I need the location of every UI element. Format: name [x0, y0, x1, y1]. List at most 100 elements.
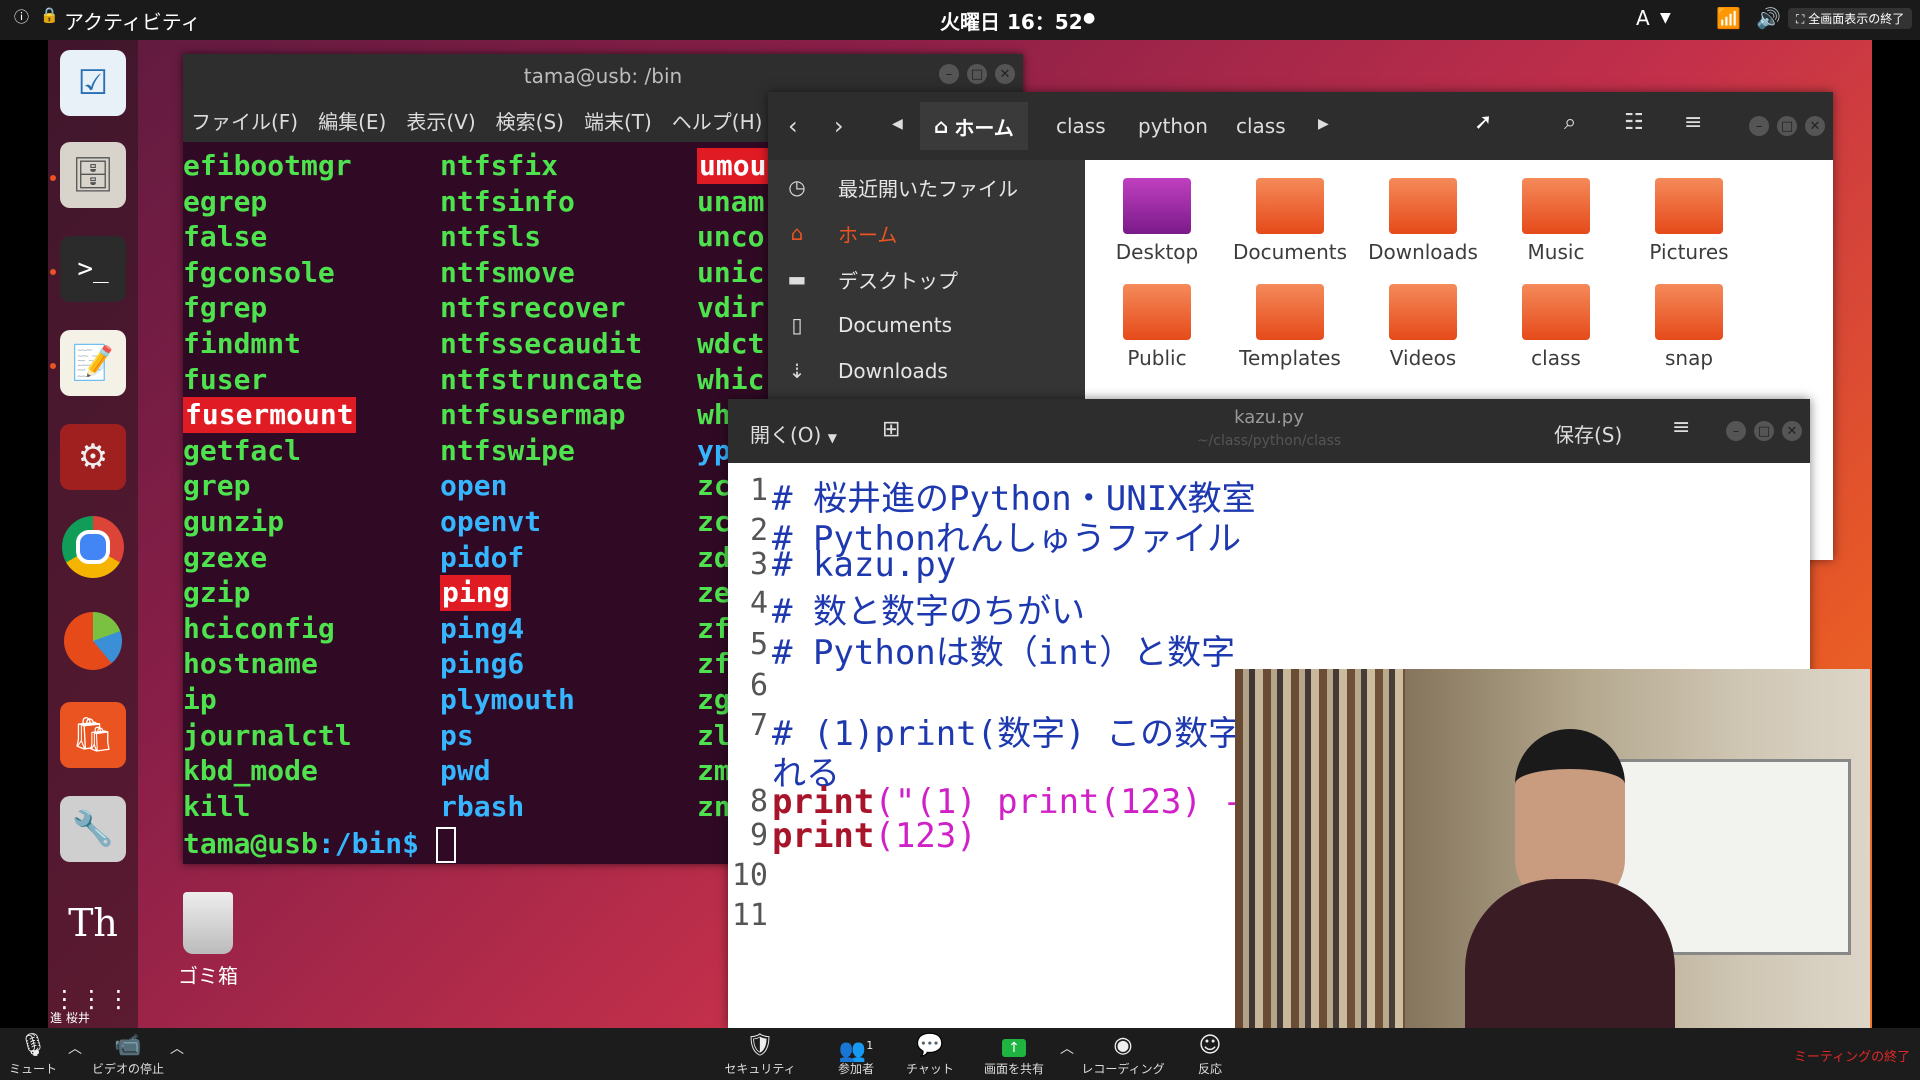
menu-edit[interactable]: 編集(E)	[318, 106, 386, 135]
folder-label: Videos	[1389, 346, 1457, 370]
path-python-button[interactable]: python	[1138, 114, 1208, 138]
menu-button[interactable]: ≡	[1672, 415, 1690, 440]
menu-file[interactable]: ファイル(F)	[191, 106, 298, 135]
video-camera-icon: 📹	[114, 1033, 142, 1058]
dock-item-files[interactable]: 🗄	[60, 142, 126, 208]
line-number: 2	[749, 513, 768, 548]
sidebar-item-label: Documents	[838, 313, 953, 337]
terminal-entry-text: unco	[697, 220, 765, 254]
person	[1465, 729, 1675, 1028]
minimize-button[interactable]: –	[1749, 116, 1769, 136]
dock-item-software[interactable]: 🛍	[60, 702, 126, 768]
terminal-entry-text: getfacl	[183, 433, 302, 467]
sidebar-item-downloads[interactable]: ⇣ Downloads	[768, 348, 1085, 394]
maximize-button[interactable]: □	[967, 64, 987, 84]
view-toggle-button[interactable]: ☷	[1624, 110, 1644, 135]
chevron-down-icon[interactable]: ▼	[1660, 10, 1671, 26]
close-button[interactable]: ✕	[1782, 421, 1802, 441]
terminal-entry: ntfsfix	[440, 148, 642, 184]
terminal-entry-text: grep	[183, 469, 251, 503]
activities-button[interactable]: アクティビティ	[64, 6, 201, 35]
input-method-indicator[interactable]: A	[1636, 6, 1650, 30]
dock-item-disk-usage[interactable]	[60, 608, 126, 674]
folder-class[interactable]: class	[1496, 284, 1616, 370]
bookshelf-left	[1235, 669, 1405, 1028]
wifi-icon[interactable]: 📶	[1716, 6, 1741, 30]
notepad-pencil-icon: 📝	[71, 343, 115, 383]
close-button[interactable]: ✕	[995, 64, 1015, 84]
share-options-chevron-up-icon[interactable]: ︿	[1060, 1038, 1074, 1058]
terminal-entry: ping6	[440, 646, 642, 682]
folder-desktop[interactable]: Desktop	[1097, 178, 1217, 264]
sidebar-item-desktop[interactable]: ▬ デスクトップ	[768, 256, 1085, 302]
path-home-button[interactable]: ⌂ ホーム	[920, 102, 1028, 150]
dock-item-chrome[interactable]	[60, 514, 126, 580]
menu-view[interactable]: 表示(V)	[406, 106, 475, 135]
path-scroll-left-button[interactable]: ◀	[892, 116, 903, 132]
back-button[interactable]: ‹	[788, 112, 798, 140]
webcam-video	[1235, 669, 1870, 1028]
sidebar-item-home[interactable]: ⌂ ホーム	[768, 210, 1085, 256]
record-button[interactable]: ◉ レコーディング	[1078, 1032, 1168, 1077]
audio-options-chevron-up-icon[interactable]: ︿	[68, 1038, 82, 1058]
info-icon[interactable]: ⓘ	[14, 6, 29, 27]
fullscreen-exit-button[interactable]: ⛶ 全画面表示の終了	[1788, 8, 1913, 29]
dock-item-terminal[interactable]: >_	[60, 236, 126, 302]
folder-pictures[interactable]: Pictures	[1629, 178, 1749, 264]
minimize-button[interactable]: –	[1726, 421, 1746, 441]
folder-downloads[interactable]: Downloads	[1363, 178, 1483, 264]
sidebar-item-documents[interactable]: ▯ Documents	[768, 302, 1085, 348]
terminal-entry-text: ntfsrecover	[440, 291, 626, 325]
close-button[interactable]: ✕	[1805, 116, 1825, 136]
maximize-button[interactable]: □	[1777, 116, 1797, 136]
line-number: 9	[749, 818, 768, 853]
save-button[interactable]: 保存(S)	[1554, 419, 1622, 448]
mute-button[interactable]: 🎙 ミュート	[8, 1032, 58, 1077]
code-line: # kazu.py	[772, 545, 956, 585]
terminal-entry-text: zf	[697, 647, 731, 681]
download-icon: ⇣	[788, 359, 806, 383]
dock-item-system-tools[interactable]: 🔧	[60, 796, 126, 862]
path-scroll-right-button[interactable]: ▶	[1318, 116, 1329, 132]
maximize-button[interactable]: □	[1754, 421, 1774, 441]
terminal-icon: >_	[77, 254, 109, 284]
folder-templates[interactable]: Templates	[1230, 284, 1350, 370]
dock-item-todo[interactable]: ☑	[60, 50, 126, 116]
forward-button[interactable]: ›	[834, 112, 844, 140]
end-meeting-button[interactable]: ミーティングの終了	[1790, 1046, 1914, 1065]
folder-public[interactable]: Public	[1097, 284, 1217, 370]
menu-search[interactable]: 検索(S)	[496, 106, 564, 135]
path-class-current-button[interactable]: class	[1236, 114, 1286, 138]
downloads-folder-icon	[1389, 178, 1457, 234]
dock-item-settings[interactable]: ⚙	[60, 424, 126, 490]
menu-button[interactable]: ≡	[1684, 110, 1702, 135]
folder-snap[interactable]: snap	[1629, 284, 1749, 370]
minimize-button[interactable]: –	[939, 64, 959, 84]
path-class-button[interactable]: class	[1056, 114, 1106, 138]
terminal-entry-text: hciconfig	[183, 611, 335, 645]
participants-button[interactable]: 👥1 参加者	[826, 1032, 886, 1077]
video-options-chevron-up-icon[interactable]: ︿	[170, 1038, 184, 1058]
reactions-button[interactable]: ☺ 反応	[1190, 1032, 1230, 1077]
stop-video-button[interactable]: 📹 ビデオの停止	[88, 1032, 168, 1077]
sidebar-item-recent[interactable]: ◷ 最近開いたファイル	[768, 164, 1085, 210]
dock-item-text-editor[interactable]: 📝	[60, 330, 126, 396]
terminal-cursor	[435, 827, 456, 863]
dock-item-th-app[interactable]: Th	[60, 890, 126, 956]
terminal-entry-text: kill	[183, 789, 251, 823]
terminal-entry-text: ping	[440, 575, 512, 611]
security-button[interactable]: 🛡 セキュリティ	[720, 1032, 800, 1077]
search-button[interactable]: ⌕	[1564, 110, 1576, 135]
terminal-entry-text: umou	[697, 148, 769, 184]
share-screen-button[interactable]: ↑ 画面を共有	[976, 1032, 1052, 1077]
volume-icon[interactable]: 🔊	[1756, 6, 1781, 30]
clock[interactable]: 火曜日 16：52	[940, 6, 1083, 35]
chat-button[interactable]: 💬 チャット	[900, 1032, 960, 1077]
desktop-icon-trash[interactable]: ゴミ箱	[158, 892, 258, 989]
folder-music[interactable]: Music	[1496, 178, 1616, 264]
menu-help[interactable]: ヘルプ(H)	[672, 106, 763, 135]
folder-documents[interactable]: Documents	[1230, 178, 1350, 264]
participants-count: 1	[866, 1039, 874, 1052]
folder-videos[interactable]: Videos	[1363, 284, 1483, 370]
menu-terminal[interactable]: 端末(T)	[584, 106, 652, 135]
